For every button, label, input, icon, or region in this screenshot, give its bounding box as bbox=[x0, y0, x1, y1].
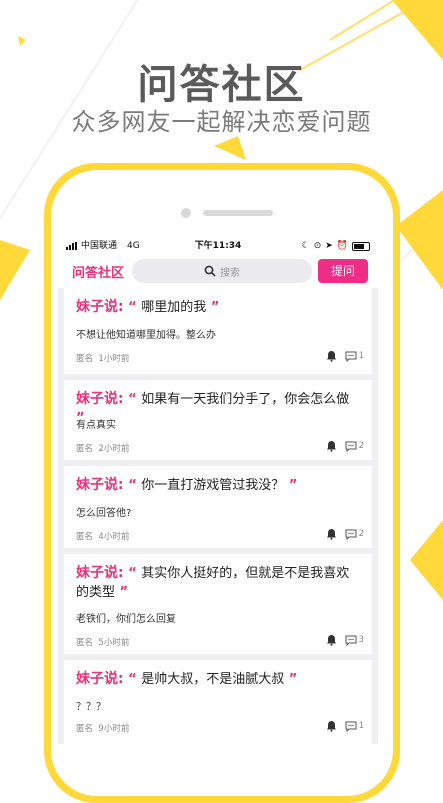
question-text: 哪里加的我 bbox=[141, 300, 207, 315]
comment-button[interactable]: 1 bbox=[345, 351, 364, 362]
question-line: 妹子说: “ 其实你人挺好的，但就是不是我喜欢的类型 ” bbox=[76, 565, 350, 600]
post-time: 2小时前 bbox=[98, 444, 130, 454]
comment-button[interactable]: 1 bbox=[345, 721, 364, 732]
comment-button[interactable]: 3 bbox=[345, 635, 364, 646]
comment-count: 1 bbox=[358, 351, 364, 361]
question-prefix: 妹子说: bbox=[76, 477, 124, 493]
question-prefix: 妹子说: bbox=[76, 565, 124, 581]
post-meta: 匿名 4小时前 bbox=[76, 530, 129, 542]
lock-rotation-icon: ⊙ bbox=[313, 241, 322, 251]
phone-camera bbox=[181, 208, 191, 218]
battery-icon bbox=[352, 241, 370, 251]
author-label: 匿名 bbox=[76, 638, 94, 648]
bell-icon[interactable] bbox=[326, 720, 337, 732]
answer-text: 有点真实 bbox=[76, 420, 116, 431]
question-prefix: 妹子说: bbox=[76, 671, 124, 687]
post-time: 9小时前 bbox=[98, 724, 130, 734]
question-card[interactable]: 妹子说: “ 如果有一天我们分手了，你会怎么做 ” 有点真实 匿名 2小时前 2 bbox=[64, 380, 372, 460]
author-label: 匿名 bbox=[76, 354, 94, 364]
post-meta: 匿名 2小时前 bbox=[76, 442, 129, 454]
bell-icon[interactable] bbox=[326, 440, 337, 452]
search-icon bbox=[204, 265, 216, 277]
author-label: 匿名 bbox=[76, 444, 94, 454]
answer-text: 不想让他知道哪里加得。整么办 bbox=[76, 330, 216, 341]
post-time: 4小时前 bbox=[98, 532, 130, 542]
app-screen: 中国联通 4G 下午11:34 ☾ ⊙ ➤ ⏰ 问答社区 搜索 提问 妹子说: … bbox=[58, 236, 378, 744]
comment-icon bbox=[345, 635, 357, 646]
question-card[interactable]: 妹子说: “ 你一直打游戏管过我没？ ” 怎么回答他? 匿名 4小时前 2 bbox=[64, 466, 372, 548]
question-text: 你一直打游戏管过我没？ bbox=[141, 478, 285, 493]
author-label: 匿名 bbox=[76, 532, 94, 542]
question-card[interactable]: 妹子说: “ 是帅大叔，不是油腻大叔 ” ？？？ 匿名 9小时前 1 bbox=[64, 660, 372, 744]
location-icon: ➤ bbox=[325, 241, 333, 251]
comment-button[interactable]: 2 bbox=[345, 529, 364, 540]
question-line: 妹子说: “ 是帅大叔，不是油腻大叔 ” bbox=[76, 671, 298, 687]
post-meta: 匿名 5小时前 bbox=[76, 636, 129, 648]
post-meta: 匿名 9小时前 bbox=[76, 722, 129, 734]
comment-icon bbox=[345, 351, 357, 362]
question-prefix: 妹子说: bbox=[76, 299, 124, 315]
status-bar: 中国联通 4G 下午11:34 ☾ ⊙ ➤ ⏰ bbox=[58, 236, 378, 256]
answer-text: 老铁们，你们怎么回复 bbox=[76, 614, 176, 625]
bell-icon[interactable] bbox=[326, 350, 337, 362]
question-line: 妹子说: “ 你一直打游戏管过我没？ ” bbox=[76, 477, 298, 493]
bell-icon[interactable] bbox=[326, 528, 337, 540]
comment-button[interactable]: 2 bbox=[345, 441, 364, 452]
comment-count: 3 bbox=[358, 635, 364, 645]
bell-icon[interactable] bbox=[326, 634, 337, 646]
author-label: 匿名 bbox=[76, 724, 94, 734]
phone-speaker bbox=[203, 210, 273, 216]
comment-icon bbox=[345, 721, 357, 732]
comment-count: 2 bbox=[358, 441, 364, 451]
answer-text: ？？？ bbox=[76, 702, 106, 713]
comment-count: 2 bbox=[358, 529, 364, 539]
ask-question-button[interactable]: 提问 bbox=[318, 259, 368, 283]
moon-icon: ☾ bbox=[301, 241, 310, 251]
top-nav: 问答社区 搜索 提问 bbox=[58, 256, 378, 288]
alarm-icon: ⏰ bbox=[336, 241, 348, 251]
comment-icon bbox=[345, 529, 357, 540]
question-text: 如果有一天我们分手了，你会怎么做 bbox=[141, 392, 350, 407]
comment-count: 1 bbox=[358, 721, 364, 731]
question-text: 是帅大叔，不是油腻大叔 bbox=[141, 672, 285, 687]
nav-title: 问答社区 bbox=[72, 266, 125, 281]
answer-text: 怎么回答他? bbox=[76, 508, 132, 519]
question-line: 妹子说: “ 哪里加的我 ” bbox=[76, 299, 220, 315]
post-time: 1小时前 bbox=[98, 354, 130, 364]
post-meta: 匿名 1小时前 bbox=[76, 352, 129, 364]
question-prefix: 妹子说: bbox=[76, 391, 124, 407]
question-card[interactable]: 妹子说: “ 其实你人挺好的，但就是不是我喜欢的类型 ” 老铁们，你们怎么回复 … bbox=[64, 554, 372, 654]
comment-icon bbox=[345, 441, 357, 452]
search-bar[interactable]: 搜索 bbox=[132, 259, 312, 283]
question-card[interactable]: 妹子说: “ 哪里加的我 ” 不想让他知道哪里加得。整么办 匿名 1小时前 1 bbox=[64, 288, 372, 374]
promo-subtitle: 众多网友一起解决恋爱问题 bbox=[71, 108, 372, 136]
post-time: 5小时前 bbox=[98, 638, 130, 648]
question-line: 妹子说: “ 如果有一天我们分手了，你会怎么做 ” bbox=[76, 391, 350, 426]
search-placeholder: 搜索 bbox=[220, 267, 240, 279]
